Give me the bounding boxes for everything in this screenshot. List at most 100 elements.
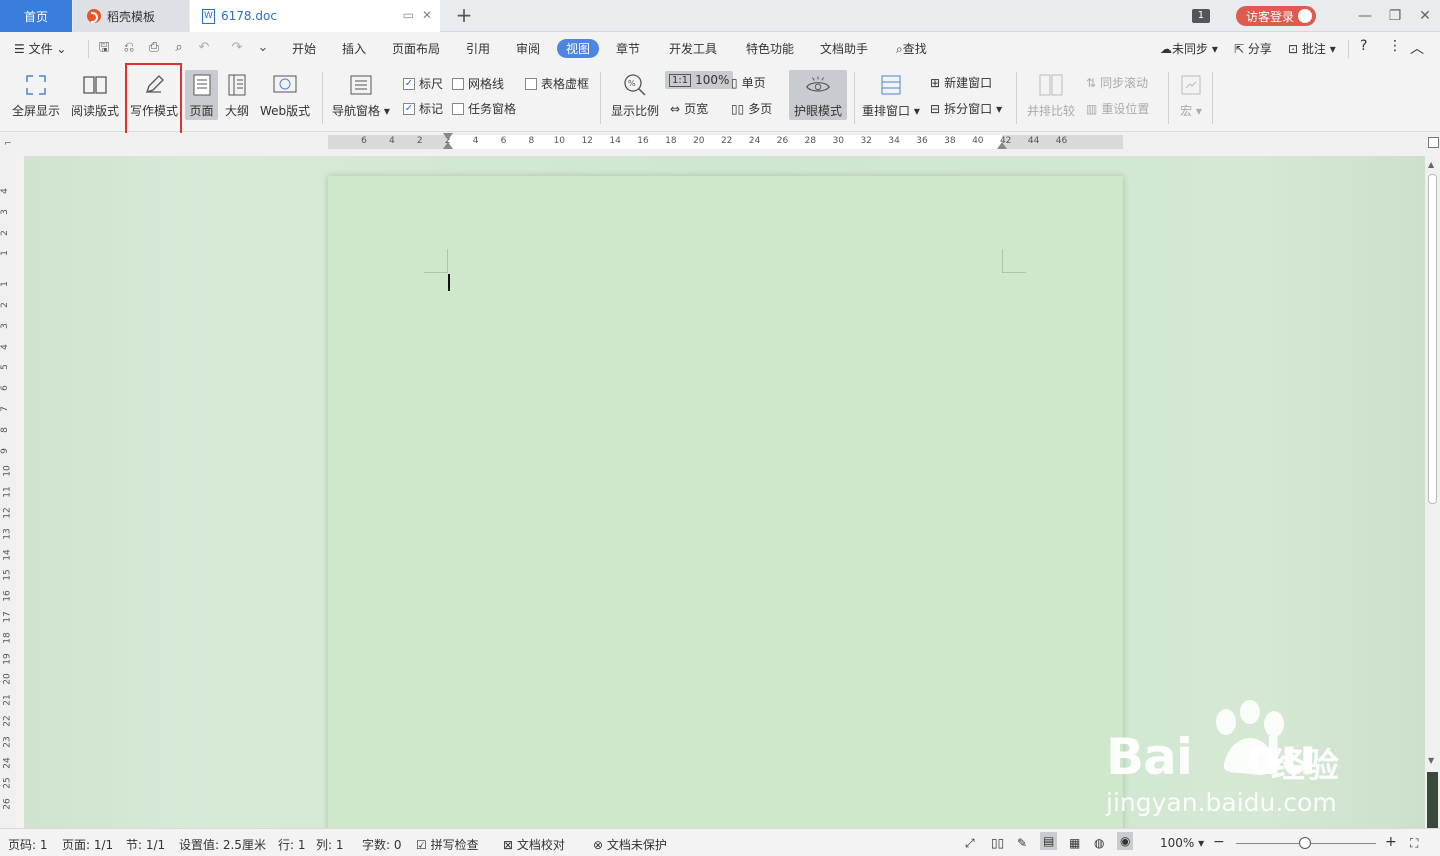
new-tab-button[interactable]: + [452, 4, 476, 28]
menu-start[interactable]: 开始 [292, 40, 316, 57]
restore-icon[interactable]: ❐ [1380, 8, 1410, 24]
pin-window-icon[interactable]: ▭ [403, 8, 414, 22]
file-menu[interactable]: ☰ 文件 ⌄ [14, 40, 66, 57]
minimize-icon[interactable]: — [1350, 8, 1380, 24]
vruler-tick-label: 10 [2, 465, 13, 478]
zoom-button[interactable]: % 显示比例 [611, 72, 659, 119]
nav-pane-button[interactable]: 导航窗格 ▾ [332, 72, 390, 119]
tab-document[interactable]: W 6178.doc ▭ ✕ [190, 0, 440, 32]
table-border-checkbox[interactable]: 表格虚框 [525, 75, 589, 92]
vertical-scrollbar[interactable]: ▲ ▼ [1425, 156, 1440, 828]
status-row[interactable]: 行: 1 [278, 836, 306, 853]
zoom-100-button[interactable]: 1:1 100% [665, 71, 734, 89]
reading-mode-button[interactable]: 阅读版式 [71, 72, 119, 119]
vertical-ruler[interactable]: 4 3 2 1 1 2 3 4 5 6 7 8 9 10 11 12 13 14 15 16 17 18 19 20 21 22 2… [0, 156, 16, 828]
visitor-login-button[interactable]: 访客登录 [1235, 6, 1316, 26]
customize-quick-access-icon[interactable]: ⌄ [256, 41, 270, 55]
reset-position-button[interactable]: ▥ 重设位置 [1086, 100, 1149, 117]
sync-scroll-button[interactable]: ⇅ 同步滚动 [1086, 74, 1148, 91]
tab-stop-icon[interactable]: ⌐ [4, 139, 12, 149]
rearrange-window-icon [878, 72, 904, 98]
more-icon[interactable]: ⋮ [1388, 38, 1402, 54]
menu-chapter[interactable]: 章节 [616, 40, 640, 57]
outline-status-icon[interactable]: ▦ [1069, 836, 1080, 850]
zoom-in-icon[interactable]: + [1385, 834, 1397, 850]
right-indent-marker[interactable] [997, 142, 1007, 149]
zoom-slider-thumb[interactable] [1299, 837, 1311, 849]
doc-proof-button[interactable]: ⊠ 文档校对 [503, 836, 565, 853]
reading-status-icon[interactable]: ▯▯ [991, 836, 1004, 850]
side-by-side-button[interactable]: 并排比较 [1027, 72, 1075, 119]
horizontal-ruler[interactable]: ⌐ 6 4 2 2 4 6 8 10 12 14 16 18 20 22 24 26 28 30 32 34 36 38 4… [0, 133, 1440, 155]
eye-status-icon[interactable]: ◉ [1117, 832, 1134, 850]
fullscreen-status-icon[interactable]: ⤢ [965, 836, 975, 851]
scroll-up-icon[interactable]: ▲ [1428, 160, 1434, 169]
share-button[interactable]: ⇱ 分享 [1234, 40, 1272, 57]
menu-review[interactable]: 审阅 [516, 40, 540, 57]
eye-mode-button[interactable]: 护眼模式 [789, 70, 847, 120]
status-setting[interactable]: 设置值: 2.5厘米 [179, 836, 266, 853]
help-icon[interactable]: ? [1360, 38, 1367, 54]
status-page-number[interactable]: 页码: 1 [8, 836, 48, 853]
web-status-icon[interactable]: ◍ [1094, 836, 1104, 850]
macro-button[interactable]: 宏 ▾ [1178, 72, 1204, 119]
collapse-ribbon-icon[interactable]: ︿ [1410, 38, 1424, 58]
fit-window-icon[interactable]: ⛶ [1410, 836, 1418, 851]
comment-button[interactable]: ⊡ 批注 ▾ [1288, 40, 1336, 57]
mark-checkbox[interactable]: ✓ 标记 [403, 100, 443, 117]
menu-view[interactable]: 视图 [557, 39, 600, 58]
ruler-checkbox[interactable]: ✓ 标尺 [403, 75, 443, 92]
status-word-count[interactable]: 字数: 0 [362, 836, 402, 853]
scrollbar-thumb[interactable] [1428, 174, 1437, 504]
status-pages[interactable]: 页面: 1/1 [62, 836, 113, 853]
zoom-label: 显示比例 [611, 104, 660, 118]
status-col[interactable]: 列: 1 [316, 836, 344, 853]
web-view-button[interactable]: Web版式 [260, 72, 310, 119]
redo-icon[interactable]: ↷ [230, 41, 244, 55]
zoom-dropdown[interactable]: 100% ▾ [1160, 836, 1204, 850]
menu-developer[interactable]: 开发工具 [669, 40, 717, 57]
single-page-label: 单页 [741, 76, 766, 90]
menu-references[interactable]: 引用 [466, 40, 490, 57]
page-width-button[interactable]: ⇔ 页宽 [670, 100, 708, 117]
print-preview-icon[interactable]: ⌕ [172, 41, 186, 55]
window-count-badge[interactable]: 1 [1191, 9, 1210, 23]
outline-view-button[interactable]: 大纲 [224, 72, 250, 119]
menu-doc-assistant[interactable]: 文档助手 [820, 40, 868, 57]
menu-page-layout[interactable]: 页面布局 [392, 40, 440, 57]
document-page[interactable] [328, 176, 1123, 828]
format-painter-icon[interactable]: ⎌ [122, 41, 136, 55]
left-indent-marker[interactable] [443, 142, 453, 149]
tab-home[interactable]: 首页 [0, 0, 72, 32]
tab-template[interactable]: 稻壳模板 [73, 0, 189, 32]
close-window-icon[interactable]: ✕ [1410, 8, 1440, 24]
print-icon[interactable]: ⎙ [147, 41, 161, 55]
new-window-button[interactable]: ⊞ 新建窗口 [930, 74, 992, 91]
ruler-toggle-icon[interactable] [1428, 137, 1439, 148]
page-status-icon[interactable]: ▤ [1040, 832, 1058, 850]
task-pane-checkbox[interactable]: 任务窗格 [452, 100, 516, 117]
status-section[interactable]: 节: 1/1 [126, 836, 165, 853]
undo-icon[interactable]: ↶ [197, 41, 211, 55]
split-window-button[interactable]: ⊟ 拆分窗口 ▾ [930, 100, 1002, 117]
menu-insert[interactable]: 插入 [342, 40, 366, 57]
writing-status-icon[interactable]: ✎ [1017, 836, 1027, 850]
scroll-down-icon[interactable]: ▼ [1428, 756, 1434, 765]
page-nav-icon[interactable] [1427, 772, 1438, 828]
save-icon[interactable]: 🖫 [97, 41, 111, 55]
spell-check-button[interactable]: ☑ 拼写检查 [416, 836, 479, 853]
first-line-indent-marker[interactable] [443, 133, 453, 140]
gridlines-checkbox[interactable]: 网格线 [452, 75, 504, 92]
sync-button[interactable]: ☁未同步 ▾ [1160, 40, 1218, 57]
search-button[interactable]: ⌕查找 [896, 40, 927, 57]
single-page-button[interactable]: ▯ 单页 [731, 74, 766, 91]
page-view-button[interactable]: 页面 [185, 70, 218, 120]
fullscreen-button[interactable]: 全屏显示 [12, 72, 60, 119]
close-tab-icon[interactable]: ✕ [422, 8, 432, 22]
doc-protect-button[interactable]: ⊗ 文档未保护 [593, 836, 667, 853]
zoom-out-icon[interactable]: − [1213, 834, 1225, 850]
rearrange-window-button[interactable]: 重排窗口 ▾ [862, 72, 920, 119]
multi-page-button[interactable]: ▯▯ 多页 [731, 100, 772, 117]
menu-special[interactable]: 特色功能 [746, 40, 794, 57]
document-workspace [24, 156, 1425, 828]
